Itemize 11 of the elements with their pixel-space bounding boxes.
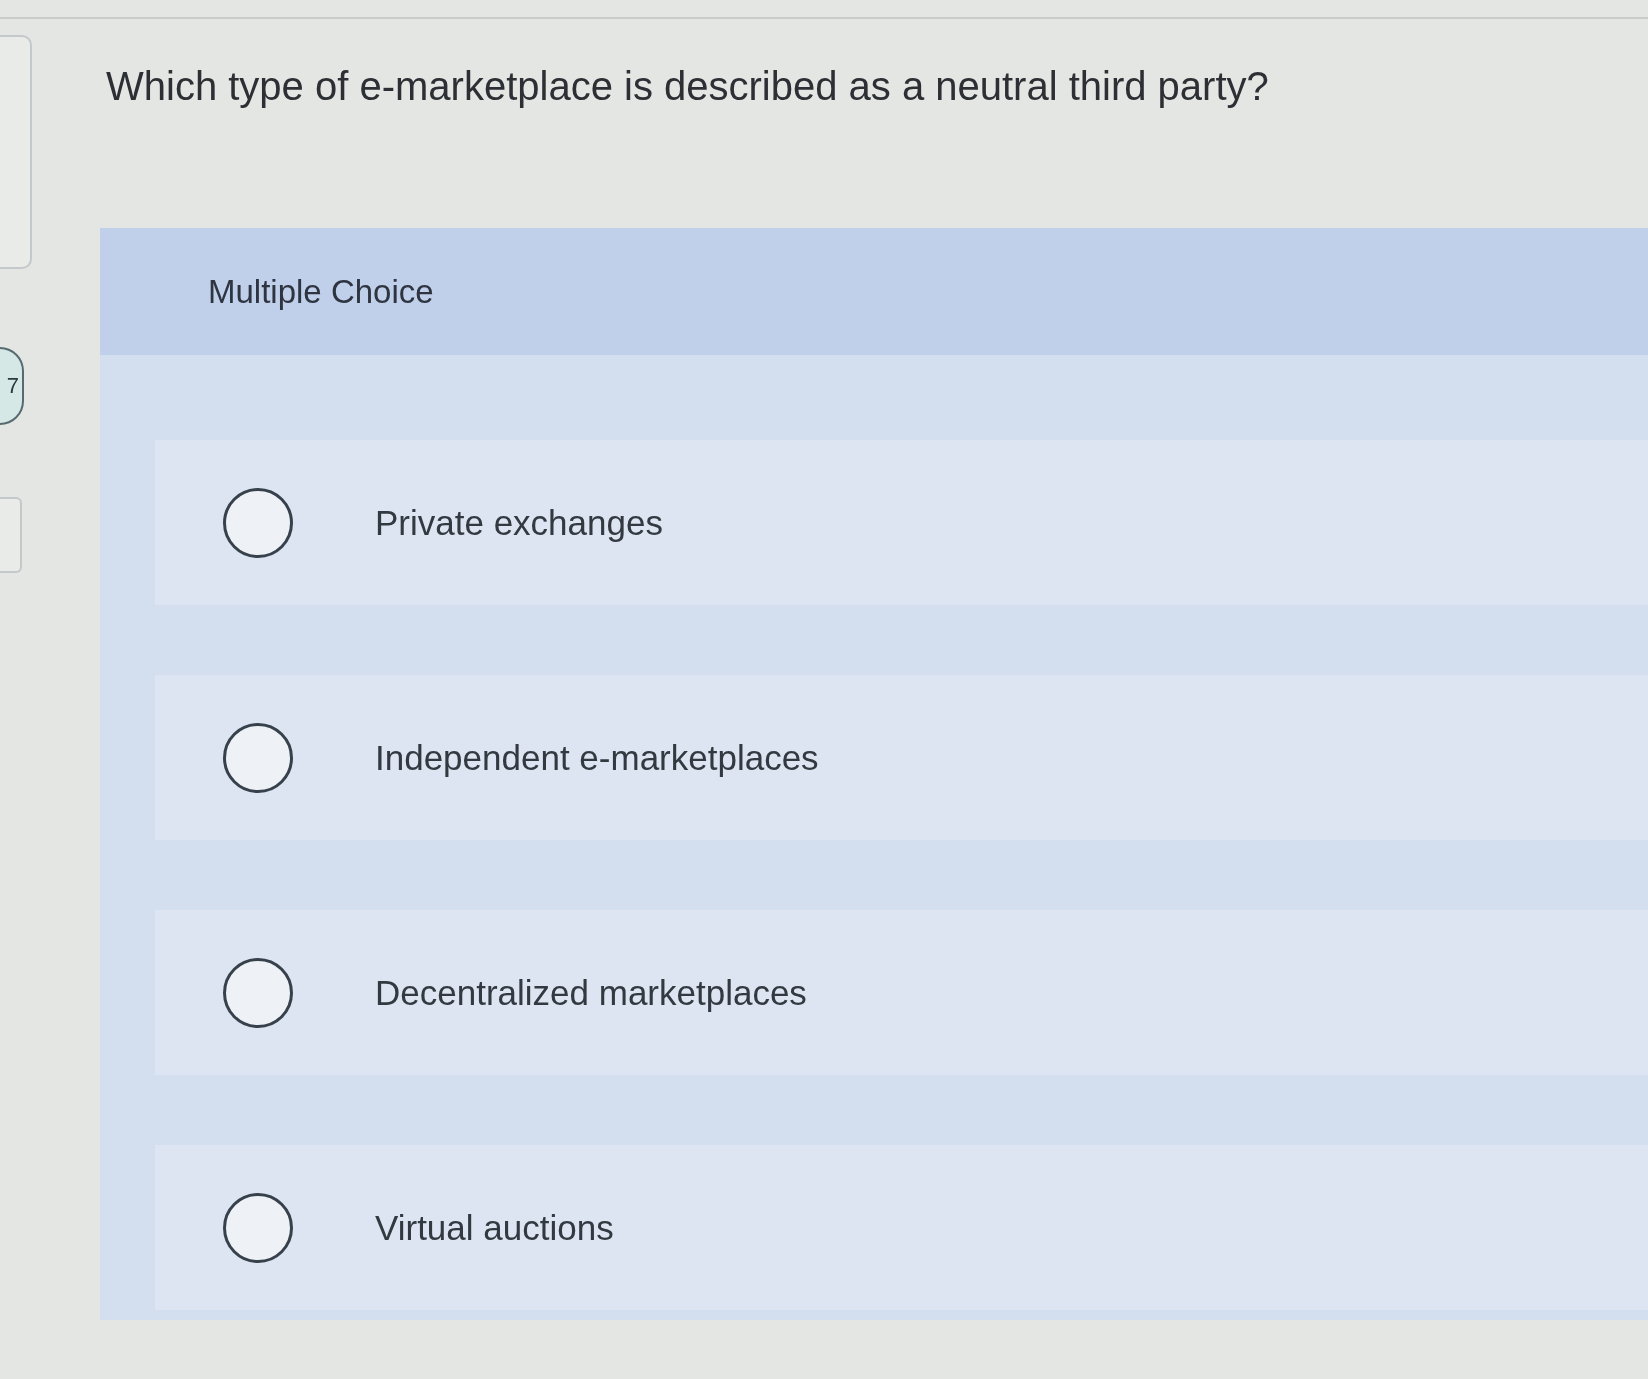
question-number: 7	[0, 347, 24, 425]
answer-option[interactable]: Virtual auctions	[155, 1145, 1648, 1310]
option-label: Private exchanges	[375, 502, 663, 543]
option-label: Virtual auctions	[375, 1207, 614, 1248]
panel-label: Multiple Choice	[208, 272, 434, 311]
option-label: Decentralized marketplaces	[375, 972, 807, 1013]
answer-option[interactable]: Independent e-marketplaces	[155, 675, 1648, 840]
option-label: Independent e-marketplaces	[375, 737, 819, 778]
answer-option[interactable]: Decentralized marketplaces	[155, 910, 1648, 1075]
answer-option[interactable]: Private exchanges	[155, 440, 1648, 605]
question-text: Which type of e-marketplace is described as a neutral third party?	[106, 63, 1269, 110]
